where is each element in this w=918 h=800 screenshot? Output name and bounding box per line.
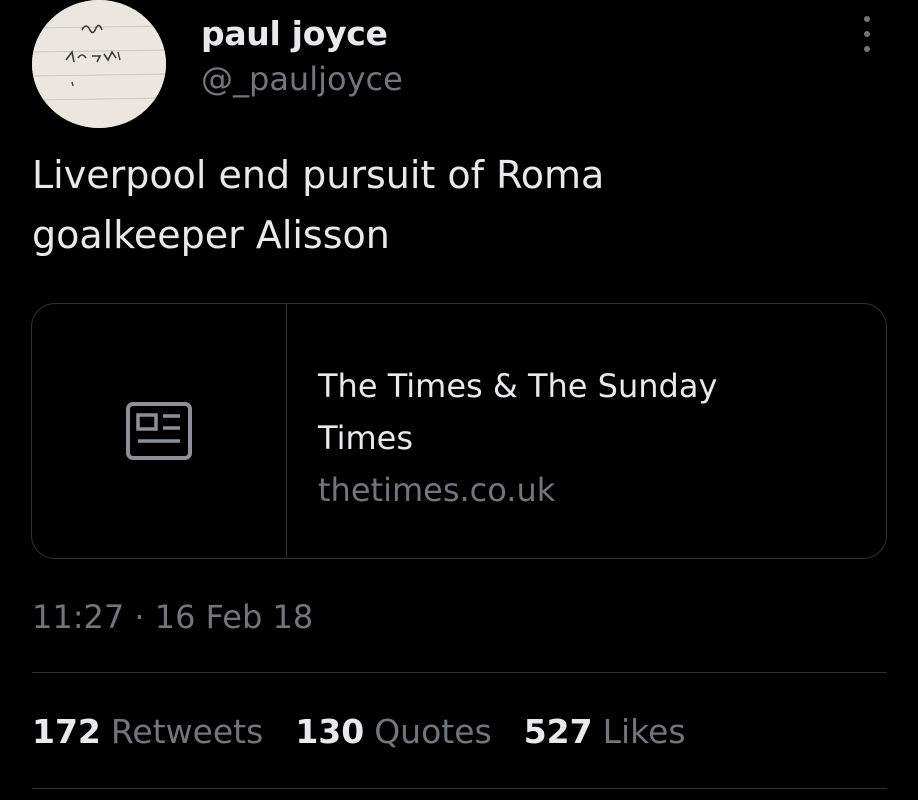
- likes-count: 527: [523, 712, 593, 751]
- retweets-label: Retweets: [110, 712, 264, 751]
- tweet-text-line: goalkeeper Alisson: [32, 213, 390, 257]
- divider: [32, 672, 887, 673]
- quotes-count: 130: [295, 712, 365, 751]
- avatar[interactable]: [32, 0, 166, 128]
- link-card-title-line: Times: [318, 419, 413, 457]
- tweet-timestamp[interactable]: 11:27 · 16 Feb 18: [32, 598, 313, 636]
- tweet-text: Liverpool end pursuit of Roma goalkeeper…: [32, 145, 872, 265]
- link-card-domain: thetimes.co.uk: [318, 471, 556, 509]
- more-options-button[interactable]: [852, 14, 882, 54]
- quotes-stat[interactable]: 130 Quotes: [295, 712, 491, 751]
- link-card-title-line: The Times & The Sunday: [318, 367, 718, 405]
- retweets-count: 172: [32, 712, 101, 751]
- tweet-text-line: Liverpool end pursuit of Roma: [32, 153, 605, 197]
- likes-label: Likes: [602, 712, 686, 751]
- retweets-stat[interactable]: 172 Retweets: [32, 712, 263, 751]
- divider: [32, 788, 887, 789]
- more-dot-icon: [864, 46, 870, 52]
- link-card[interactable]: The Times & The Sunday Times thetimes.co…: [31, 303, 887, 559]
- tweet-detail: paul joyce @_pauljoyce Liverpool end pur…: [0, 0, 918, 800]
- link-card-thumbnail: [32, 304, 287, 558]
- avatar-handwriting-image: [32, 0, 166, 128]
- link-card-body: The Times & The Sunday Times thetimes.co…: [318, 360, 838, 516]
- author-display-name[interactable]: paul joyce: [201, 14, 388, 53]
- article-icon: [126, 402, 192, 460]
- more-dot-icon: [864, 16, 870, 22]
- likes-stat[interactable]: 527 Likes: [524, 712, 686, 751]
- author-handle[interactable]: @_pauljoyce: [201, 60, 403, 98]
- quotes-label: Quotes: [374, 712, 492, 751]
- tweet-stats: 172 Retweets 130 Quotes 527 Likes: [32, 712, 686, 751]
- more-dot-icon: [864, 31, 870, 37]
